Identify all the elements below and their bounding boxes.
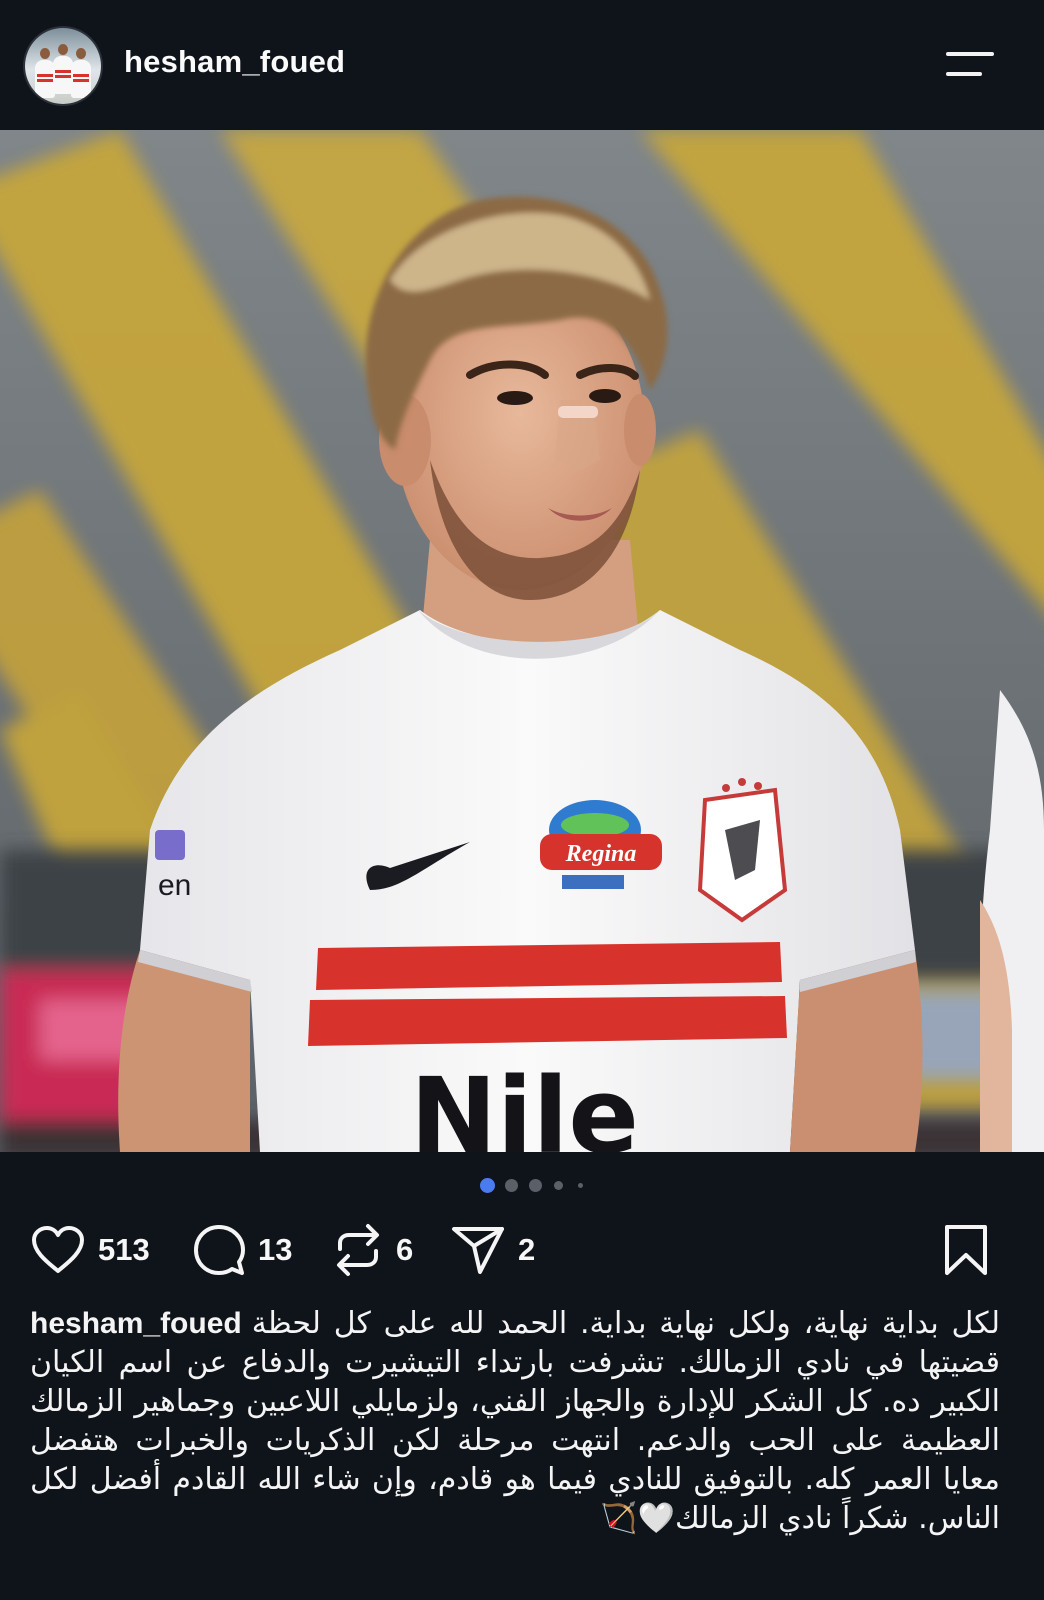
carousel-dot[interactable] [554,1181,563,1190]
like-count: 513 [98,1232,150,1267]
hamburger-menu-icon[interactable] [942,46,998,86]
carousel-dot[interactable] [578,1183,583,1188]
sponsor-logo-text: Regina [565,841,637,867]
avatar[interactable] [25,28,101,104]
post-photo[interactable]: Regina en Nile [0,130,1044,1152]
send-plane-icon [452,1227,504,1274]
like-button[interactable]: 513 [30,1222,150,1278]
repost-count: 6 [396,1232,414,1267]
share-button[interactable]: 2 [450,1222,535,1278]
share-count: 2 [518,1232,536,1267]
save-button[interactable] [942,1222,990,1278]
carousel-dot[interactable] [529,1179,542,1192]
repost-icon [337,1224,379,1276]
carousel-dot[interactable] [505,1179,518,1192]
svg-text:en: en [158,869,191,902]
avatar-figure [53,44,73,94]
comment-count: 13 [258,1232,293,1267]
post-action-bar: 513 13 6 2 [0,1222,1044,1282]
chest-sponsor-text: Nile [410,1055,639,1152]
bookmark-icon [945,1225,987,1275]
heart-icon [32,1226,84,1273]
post-caption: hesham_foued لكل بداية نهاية، ولكل نهاية … [30,1304,1000,1594]
carousel-dot-active[interactable] [480,1178,495,1193]
post-author-username[interactable]: hesham_foued [124,44,345,80]
avatar-figure [35,48,55,98]
caption-emoji: 🤍🏹 [600,1501,675,1536]
carousel-indicator [0,1178,1044,1198]
comment-bubble-icon [194,1225,245,1275]
repost-button[interactable]: 6 [332,1222,413,1278]
caption-username[interactable]: hesham_foued [30,1304,242,1343]
comment-button[interactable]: 13 [192,1222,292,1278]
post-header: hesham_foued [0,0,1044,130]
avatar-figure [71,48,91,98]
player-photo: Regina en Nile [0,130,1044,1152]
